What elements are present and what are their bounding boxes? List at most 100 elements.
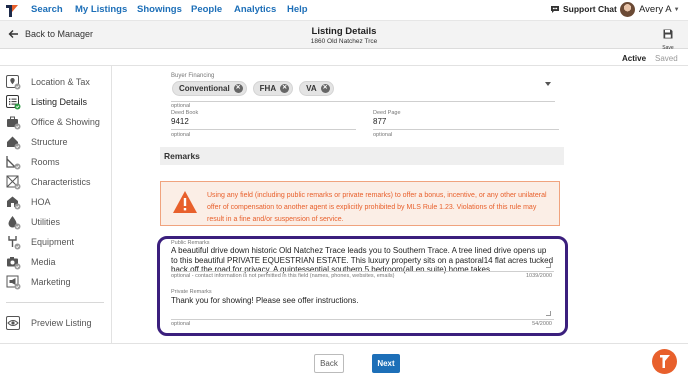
next-button[interactable]: Next <box>372 354 400 373</box>
eye-icon <box>6 316 20 330</box>
sidebar-item-structure[interactable]: Structure <box>0 134 111 152</box>
deed-book-hint: optional <box>171 132 191 138</box>
sidebar-label: Office & Showing <box>31 117 100 127</box>
support-chat-label: Support Chat <box>563 4 617 14</box>
divider <box>171 319 554 320</box>
status-active[interactable]: Active <box>622 54 646 63</box>
nav-help[interactable]: Help <box>287 4 308 15</box>
deed-book-label: Deed Book <box>171 110 199 116</box>
status-bar: Active Saved <box>0 50 688 66</box>
sidebar-divider <box>6 302 104 303</box>
nav-search[interactable]: Search <box>31 4 63 15</box>
remarks-section-header: Remarks <box>160 147 564 165</box>
warning-icon <box>173 191 197 213</box>
private-remarks-label: Private Remarks <box>171 289 212 295</box>
deed-book-input[interactable]: 9412 <box>171 117 189 126</box>
private-remarks-textarea[interactable]: Thank you for showing! Please see offer … <box>171 296 554 306</box>
page-header: Back to Manager Listing Details 1860 Old… <box>0 21 688 51</box>
back-button[interactable]: Back <box>314 354 344 373</box>
top-nav: Search My Listings Showings People Analy… <box>0 0 688 21</box>
sidebar-label: Characteristics <box>31 177 91 187</box>
sidebar-item-equipment[interactable]: Equipment <box>0 234 111 252</box>
user-menu[interactable]: Avery A ▼ <box>639 4 680 15</box>
floppy-disk-icon <box>663 29 673 39</box>
house-icon <box>7 136 21 150</box>
chat-bubble-icon <box>551 5 559 13</box>
save-button[interactable]: Save <box>659 26 677 51</box>
private-remarks-count: 54/2000 <box>532 321 552 327</box>
utilities-icon <box>8 216 21 230</box>
deed-page-label: Deed Page <box>373 110 401 116</box>
sidebar-item-utilities[interactable]: Utilities <box>0 214 111 232</box>
financing-chip: VA ✕ <box>299 81 334 96</box>
nav-people[interactable]: People <box>191 4 222 15</box>
divider <box>171 129 356 130</box>
help-chat-button[interactable] <box>652 349 677 374</box>
avatar[interactable] <box>620 2 635 17</box>
characteristics-icon <box>6 175 21 190</box>
megaphone-icon <box>6 275 21 290</box>
location-icon <box>6 75 21 90</box>
floorplan-icon <box>6 156 21 170</box>
section-title: Remarks <box>164 151 200 161</box>
divider <box>171 271 554 272</box>
compensation-warning: Using any field (including public remark… <box>160 181 560 226</box>
sidebar: Location & Tax Listing Details Office & … <box>0 66 112 346</box>
financing-chip: FHA ✕ <box>252 81 294 96</box>
sidebar-item-office-showing[interactable]: Office & Showing <box>0 114 111 132</box>
sidebar-item-location-tax[interactable]: Location & Tax <box>0 74 111 92</box>
logo-icon[interactable] <box>3 2 20 19</box>
page-title: Listing Details <box>311 26 377 37</box>
chevron-down-icon: ▼ <box>673 6 680 13</box>
remove-chip-icon[interactable]: ✕ <box>320 84 330 93</box>
remove-chip-icon[interactable]: ✕ <box>233 84 243 93</box>
public-remarks-count: 1039/2000 <box>526 273 552 279</box>
chip-label: Conventional <box>179 84 230 93</box>
divider <box>171 101 555 102</box>
dropdown-caret-icon[interactable] <box>545 82 551 86</box>
status-saved: Saved <box>655 54 678 63</box>
sidebar-label: Utilities <box>31 217 61 227</box>
sidebar-label: Equipment <box>31 237 75 247</box>
sidebar-item-media[interactable]: Media <box>0 254 111 272</box>
buyer-financing-label: Buyer Financing <box>171 73 215 79</box>
divider <box>373 129 559 130</box>
preview-listing-label: Preview Listing <box>31 318 92 328</box>
sidebar-label: HOA <box>31 197 51 207</box>
sidebar-item-rooms[interactable]: Rooms <box>0 154 111 172</box>
chip-label: FHA <box>259 84 277 93</box>
sidebar-label: Rooms <box>31 157 60 167</box>
page-subtitle: 1860 Old Natchez Trce <box>310 38 378 45</box>
camera-icon <box>7 257 21 270</box>
sidebar-label: Structure <box>31 137 68 147</box>
public-remarks-hint: optional - contact information is not pe… <box>171 273 395 279</box>
preview-listing-link[interactable]: Preview Listing <box>0 315 111 333</box>
nav-showings[interactable]: Showings <box>137 4 182 15</box>
logo-icon <box>660 355 670 368</box>
financing-chip: Conventional ✕ <box>172 81 247 96</box>
chip-label: VA <box>306 84 317 93</box>
deed-page-input[interactable]: 877 <box>373 117 386 126</box>
sidebar-label: Listing Details <box>31 97 88 107</box>
equipment-icon <box>8 236 21 250</box>
sidebar-label: Location & Tax <box>31 77 90 87</box>
deed-page-hint: optional <box>373 132 393 138</box>
buyer-financing-select[interactable]: Conventional ✕ FHA ✕ VA ✕ <box>172 81 334 96</box>
hoa-icon <box>7 196 21 210</box>
nav-my-listings[interactable]: My Listings <box>75 4 127 15</box>
public-remarks-textarea[interactable]: A beautiful drive down historic Old Natc… <box>171 246 554 274</box>
sidebar-item-characteristics[interactable]: Characteristics <box>0 174 111 192</box>
sidebar-label: Marketing <box>31 277 71 287</box>
support-chat-button[interactable]: Support Chat <box>550 4 617 14</box>
sidebar-item-marketing[interactable]: Marketing <box>0 274 111 292</box>
financing-hint: optional <box>171 103 191 109</box>
user-name: Avery A <box>639 4 672 15</box>
sidebar-item-listing-details[interactable]: Listing Details <box>0 94 111 112</box>
resize-handle-icon[interactable] <box>546 311 551 316</box>
private-remarks-hint: optional <box>171 321 191 327</box>
list-icon <box>6 95 21 110</box>
remove-chip-icon[interactable]: ✕ <box>280 84 290 93</box>
resize-handle-icon[interactable] <box>546 263 551 268</box>
nav-analytics[interactable]: Analytics <box>234 4 276 15</box>
sidebar-item-hoa[interactable]: HOA <box>0 194 111 212</box>
